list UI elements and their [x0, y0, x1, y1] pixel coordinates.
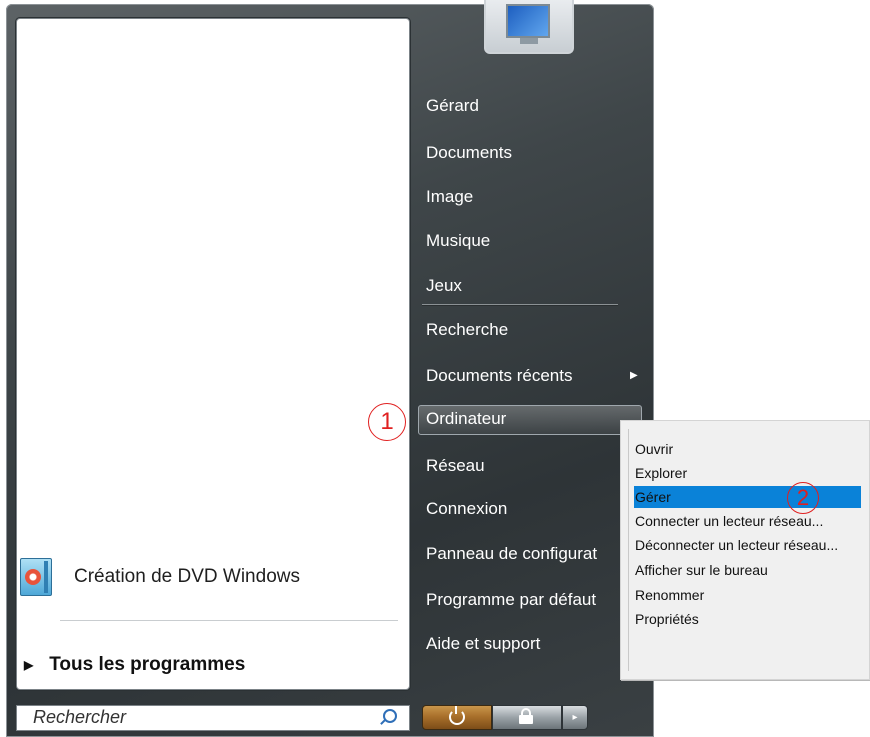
right-item-recent-documents[interactable]: Documents récents ▶ — [426, 366, 638, 386]
right-item-pictures[interactable]: Image — [426, 187, 473, 207]
lock-icon — [519, 708, 533, 724]
right-item-label: Jeux — [426, 276, 462, 295]
annotation-marker-2: 2 — [787, 482, 819, 514]
all-programs-label: Tous les programmes — [49, 654, 246, 675]
right-item-label: Gérard — [426, 96, 479, 115]
right-item-documents[interactable]: Documents — [426, 143, 512, 163]
annotation-marker-1: 1 — [368, 403, 406, 441]
right-item-search[interactable]: Recherche — [426, 320, 508, 340]
right-item-label: Programme par défaut — [426, 590, 597, 609]
right-item-user[interactable]: Gérard — [426, 96, 479, 116]
menu-item-rename[interactable]: Renommer — [634, 584, 863, 606]
right-item-label: Documents récents — [426, 366, 573, 385]
right-item-control-panel[interactable]: Panneau de configurat — [426, 544, 597, 564]
user-picture[interactable] — [484, 0, 574, 54]
right-item-computer[interactable]: Ordinateur — [426, 409, 506, 429]
right-item-default-programs[interactable]: Programme par défaut — [426, 590, 596, 610]
all-programs-button[interactable]: ▶ Tous les programmes — [24, 654, 245, 676]
divider — [60, 620, 398, 621]
pinned-item-label: Création de DVD Windows — [74, 566, 300, 587]
right-item-label: Connexion — [426, 499, 508, 518]
pinned-item-dvd-maker[interactable]: Création de DVD Windows — [18, 549, 398, 605]
triangle-right-icon: ▶ — [24, 658, 34, 672]
right-item-label: Aide et support — [426, 634, 541, 653]
right-item-help[interactable]: Aide et support — [426, 634, 540, 654]
shutdown-options-button[interactable]: ▸ — [562, 705, 588, 730]
power-button[interactable] — [422, 705, 492, 730]
lock-button[interactable] — [492, 705, 562, 730]
arrow-right-icon: ▸ — [572, 712, 578, 723]
right-item-label: Réseau — [426, 456, 485, 475]
search-icon[interactable] — [383, 709, 397, 723]
context-menu: Ouvrir Explorer Gérer Connecter un lecte… — [620, 420, 870, 680]
right-item-label: Documents — [426, 143, 512, 162]
right-item-music[interactable]: Musique — [426, 231, 490, 251]
right-item-label: Ordinateur — [426, 409, 507, 428]
menu-item-open[interactable]: Ouvrir — [634, 438, 863, 460]
menu-item-explore[interactable]: Explorer — [634, 462, 863, 484]
menu-item-manage[interactable]: Gérer — [634, 486, 861, 508]
chevron-right-icon: ▶ — [630, 370, 638, 381]
search-box[interactable] — [16, 705, 410, 731]
menu-gutter — [628, 429, 629, 671]
right-item-games[interactable]: Jeux — [426, 276, 462, 296]
menu-item-properties[interactable]: Propriétés — [634, 608, 863, 630]
monitor-stand-icon — [520, 38, 538, 44]
menu-item-show-on-desktop[interactable]: Afficher sur le bureau — [634, 559, 863, 581]
right-item-label: Panneau de configurat — [426, 544, 598, 563]
menu-item-map-network-drive[interactable]: Connecter un lecteur réseau... — [634, 510, 863, 532]
divider — [422, 304, 618, 305]
right-item-label: Image — [426, 187, 474, 206]
power-icon — [449, 706, 465, 725]
dvd-maker-icon — [20, 558, 52, 596]
right-item-label: Musique — [426, 231, 491, 250]
search-input[interactable] — [17, 706, 373, 728]
right-item-network[interactable]: Réseau — [426, 456, 485, 476]
right-item-label: Recherche — [426, 320, 509, 339]
computer-monitor-icon — [506, 4, 550, 38]
right-item-connect[interactable]: Connexion — [426, 499, 507, 519]
menu-item-disconnect-network-drive[interactable]: Déconnecter un lecteur réseau... — [634, 534, 863, 556]
